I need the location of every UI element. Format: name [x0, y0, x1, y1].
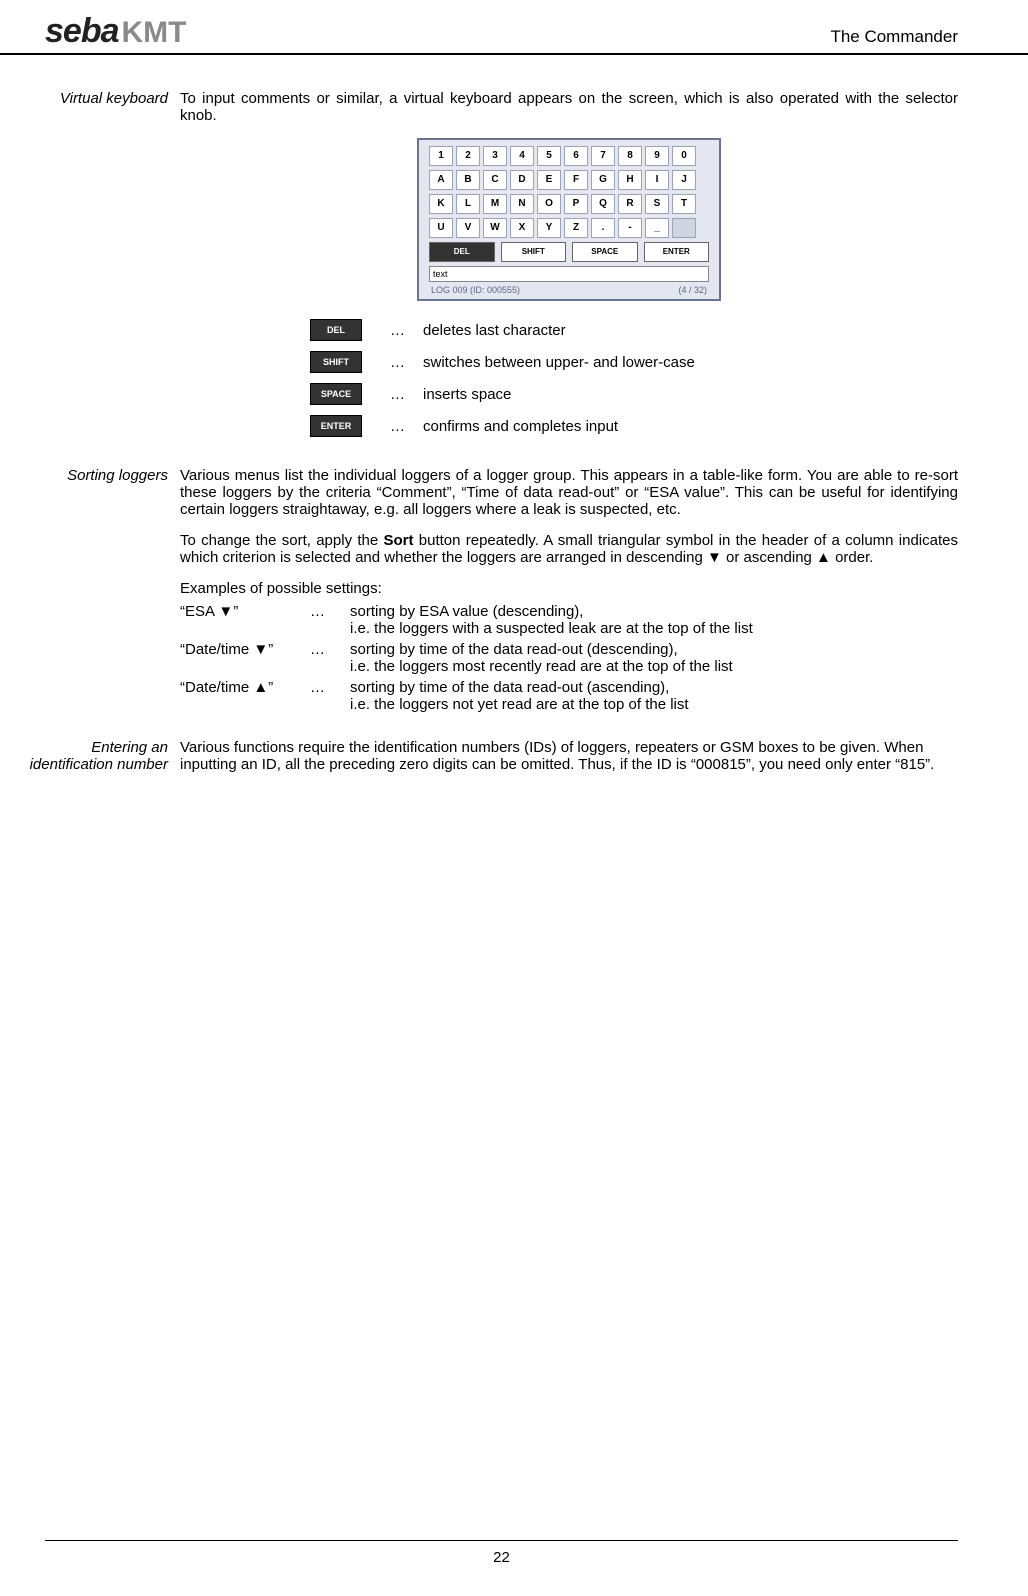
- page-footer: 22: [45, 1540, 958, 1566]
- vk-key[interactable]: Y: [537, 218, 561, 238]
- vk-key[interactable]: T: [672, 194, 696, 214]
- side-label-id: Entering an identification number: [20, 739, 180, 787]
- vk-shift-button[interactable]: SHIFT: [501, 242, 567, 262]
- vk-key[interactable]: D: [510, 170, 534, 190]
- mini-del-button: DEL: [310, 319, 362, 341]
- vk-key[interactable]: 3: [483, 146, 507, 166]
- vk-key[interactable]: 2: [456, 146, 480, 166]
- vk-key[interactable]: 5: [537, 146, 561, 166]
- id-text: Various functions require the identifica…: [180, 739, 958, 773]
- vk-status-left: LOG 009 (ID: 000555): [431, 285, 520, 295]
- virtual-keyboard: 1234567890 ABCDEFGHIJ KLMNOPQRST UVWXYZ.…: [417, 138, 721, 301]
- vk-enter-button[interactable]: ENTER: [644, 242, 710, 262]
- vk-key[interactable]: P: [564, 194, 588, 214]
- vk-key[interactable]: N: [510, 194, 534, 214]
- sort-examples-title: Examples of possible settings:: [180, 580, 958, 597]
- vk-key[interactable]: S: [645, 194, 669, 214]
- vk-key[interactable]: _: [645, 218, 669, 238]
- vk-key[interactable]: B: [456, 170, 480, 190]
- key-desc-row: SHIFT…switches between upper- and lower-…: [310, 351, 958, 373]
- vk-key[interactable]: V: [456, 218, 480, 238]
- key-desc-table: DEL…deletes last character SHIFT…switches…: [310, 319, 958, 437]
- vk-key[interactable]: J: [672, 170, 696, 190]
- vk-row-4: UVWXYZ.-_: [429, 218, 709, 238]
- sort-example-row: “Date/time ▲”…sorting by time of the dat…: [180, 679, 958, 713]
- vk-key[interactable]: 7: [591, 146, 615, 166]
- side-label-sort: Sorting loggers: [20, 467, 180, 717]
- vk-key[interactable]: Q: [591, 194, 615, 214]
- key-desc-row: ENTER…confirms and completes input: [310, 415, 958, 437]
- vk-key[interactable]: K: [429, 194, 453, 214]
- vk-key[interactable]: 1: [429, 146, 453, 166]
- vk-key[interactable]: C: [483, 170, 507, 190]
- vk-key[interactable]: F: [564, 170, 588, 190]
- sort-example-row: “ESA ▼”…sorting by ESA value (descending…: [180, 603, 958, 637]
- vk-key[interactable]: Z: [564, 218, 588, 238]
- vk-key[interactable]: X: [510, 218, 534, 238]
- key-desc-row: DEL…deletes last character: [310, 319, 958, 341]
- vk-intro: To input comments or similar, a virtual …: [180, 90, 958, 124]
- vk-row-1: 1234567890: [429, 146, 709, 166]
- vk-key[interactable]: 4: [510, 146, 534, 166]
- mini-shift-button: SHIFT: [310, 351, 362, 373]
- vk-key[interactable]: 9: [645, 146, 669, 166]
- vk-input-line[interactable]: text: [429, 266, 709, 282]
- vk-key[interactable]: L: [456, 194, 480, 214]
- vk-key[interactable]: U: [429, 218, 453, 238]
- sort-p1: Various menus list the individual logger…: [180, 467, 958, 518]
- vk-key[interactable]: .: [591, 218, 615, 238]
- logo-seba: seba: [45, 12, 119, 51]
- page-header: seba KMT The Commander: [0, 0, 1028, 55]
- sort-p2: To change the sort, apply the Sort butto…: [180, 532, 958, 566]
- vk-key[interactable]: W: [483, 218, 507, 238]
- vk-key[interactable]: I: [645, 170, 669, 190]
- vk-key[interactable]: [672, 218, 696, 238]
- vk-space-button[interactable]: SPACE: [572, 242, 638, 262]
- vk-del-button[interactable]: DEL: [429, 242, 495, 262]
- mini-enter-button: ENTER: [310, 415, 362, 437]
- vk-row-3: KLMNOPQRST: [429, 194, 709, 214]
- vk-status-right: (4 / 32): [678, 285, 707, 295]
- logo: seba KMT: [45, 12, 186, 51]
- header-title: The Commander: [830, 27, 958, 51]
- vk-key[interactable]: R: [618, 194, 642, 214]
- sort-example-row: “Date/time ▼”…sorting by time of the dat…: [180, 641, 958, 675]
- vk-key[interactable]: G: [591, 170, 615, 190]
- key-desc-row: SPACE…inserts space: [310, 383, 958, 405]
- vk-row-2: ABCDEFGHIJ: [429, 170, 709, 190]
- vk-key[interactable]: H: [618, 170, 642, 190]
- vk-key[interactable]: 8: [618, 146, 642, 166]
- vk-key[interactable]: 0: [672, 146, 696, 166]
- sort-examples: “ESA ▼”…sorting by ESA value (descending…: [180, 603, 958, 713]
- mini-space-button: SPACE: [310, 383, 362, 405]
- vk-key[interactable]: M: [483, 194, 507, 214]
- page-number: 22: [493, 1549, 510, 1566]
- vk-key[interactable]: A: [429, 170, 453, 190]
- vk-key[interactable]: E: [537, 170, 561, 190]
- vk-key[interactable]: O: [537, 194, 561, 214]
- vk-key[interactable]: -: [618, 218, 642, 238]
- vk-key[interactable]: 6: [564, 146, 588, 166]
- side-label-vk: Virtual keyboard: [20, 90, 180, 447]
- logo-kmt: KMT: [122, 16, 187, 50]
